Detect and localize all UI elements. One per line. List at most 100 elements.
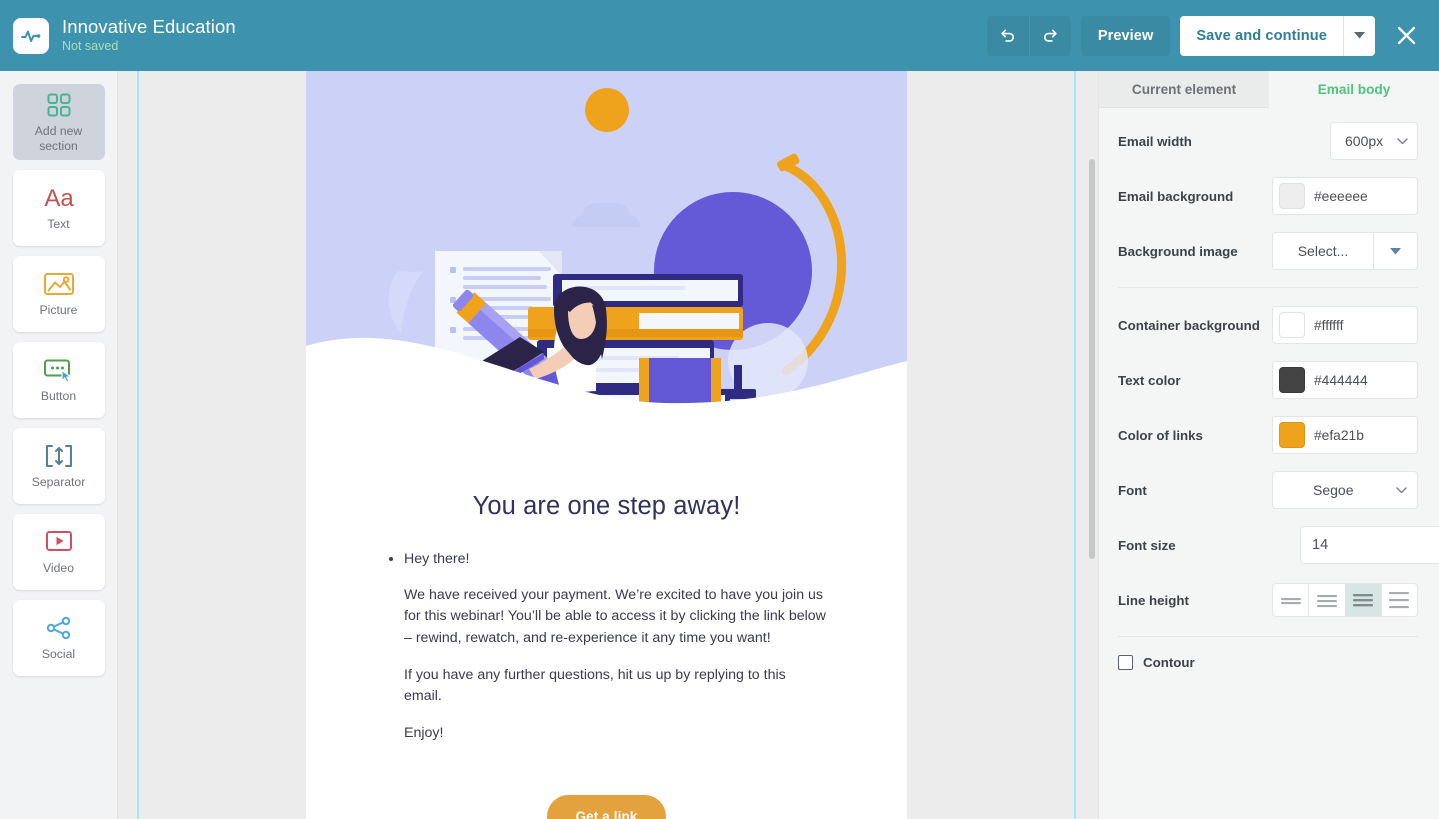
preview-button[interactable]: Preview bbox=[1080, 15, 1171, 56]
background-image-select-button[interactable]: Select... bbox=[1272, 232, 1374, 270]
four-squares-grid-icon bbox=[46, 91, 72, 119]
redo-button[interactable] bbox=[1028, 15, 1071, 56]
email-background-label: Email background bbox=[1118, 188, 1234, 204]
canvas-guide-left bbox=[137, 71, 139, 819]
close-editor-button[interactable] bbox=[1387, 17, 1425, 55]
row-container-background: Container background #ffffff bbox=[1118, 306, 1418, 344]
color-of-links-value: #efa21b bbox=[1314, 427, 1364, 443]
tool-video[interactable]: Video bbox=[12, 514, 105, 590]
tool-label: Add new section bbox=[34, 124, 83, 153]
background-image-chevron-down-icon[interactable] bbox=[1374, 232, 1418, 270]
video-play-icon bbox=[43, 528, 75, 556]
container-background-color-input[interactable]: #ffffff bbox=[1272, 306, 1418, 344]
email-width-select[interactable]: 600px bbox=[1330, 122, 1418, 160]
canvas-guide-right bbox=[1074, 71, 1076, 819]
line-height-option-loose[interactable] bbox=[1381, 583, 1418, 617]
row-background-image: Background image Select... bbox=[1118, 232, 1418, 270]
lines-tight-icon bbox=[1280, 598, 1301, 605]
container-background-value: #ffffff bbox=[1314, 317, 1344, 333]
tool-picture[interactable]: Picture bbox=[12, 256, 105, 332]
tool-separator[interactable]: Separator bbox=[12, 428, 105, 504]
list-item: Hey there! bbox=[404, 549, 827, 570]
row-contour: Contour bbox=[1118, 655, 1418, 670]
font-value: Segoe bbox=[1313, 482, 1354, 498]
container-background-label: Container background bbox=[1118, 317, 1260, 333]
get-a-link-button[interactable]: Get a link bbox=[546, 794, 667, 819]
hero-image-section[interactable] bbox=[306, 71, 907, 430]
tool-label: Picture bbox=[39, 303, 78, 318]
tool-label: Social bbox=[41, 647, 76, 662]
chevron-down-icon bbox=[1397, 137, 1408, 144]
line-height-button-group bbox=[1272, 583, 1418, 617]
text-color-value: #444444 bbox=[1314, 372, 1368, 388]
color-swatch[interactable] bbox=[1279, 183, 1305, 209]
save-status: Not saved bbox=[62, 39, 119, 54]
properties-divider bbox=[1118, 636, 1418, 637]
chevron-down-icon bbox=[1396, 486, 1407, 493]
font-size-label: Font size bbox=[1118, 537, 1176, 553]
color-swatch[interactable] bbox=[1279, 312, 1305, 338]
row-font-size: Font size px bbox=[1118, 526, 1439, 564]
text-color-label: Text color bbox=[1118, 372, 1181, 388]
canvas-scrollbar[interactable] bbox=[1086, 71, 1098, 819]
tool-label: Separator bbox=[31, 475, 86, 490]
properties-tabs: Current element Email body bbox=[1099, 71, 1439, 108]
background-image-control: Select... bbox=[1272, 232, 1418, 270]
lines-loose-icon bbox=[1389, 592, 1410, 609]
email-container[interactable]: You are one step away! Hey there! We hav… bbox=[306, 71, 907, 819]
tab-current-element[interactable]: Current element bbox=[1099, 71, 1269, 108]
svg-text:Aa: Aa bbox=[44, 185, 74, 212]
email-background-color-input[interactable]: #eeeeee bbox=[1272, 177, 1418, 215]
email-heading: You are one step away! bbox=[472, 492, 741, 520]
canvas-scrollbar-thumb[interactable] bbox=[1089, 159, 1095, 559]
email-editor-app: Innovative Education Not saved Preview S… bbox=[0, 0, 1439, 819]
email-text-block[interactable]: You are one step away! Hey there! We hav… bbox=[306, 492, 907, 819]
font-size-input[interactable] bbox=[1300, 526, 1439, 564]
tab-email-body[interactable]: Email body bbox=[1269, 71, 1439, 108]
line-height-option-snug[interactable] bbox=[1309, 583, 1346, 617]
row-color-of-links: Color of links #efa21b bbox=[1118, 416, 1418, 454]
element-toolbar: Add new section Aa Text Picture Button S… bbox=[0, 71, 118, 819]
properties-divider bbox=[1118, 287, 1418, 288]
contour-checkbox[interactable] bbox=[1118, 655, 1133, 670]
save-and-continue-button[interactable]: Save and continue bbox=[1180, 15, 1343, 56]
row-email-width: Email width 600px bbox=[1118, 122, 1418, 160]
lines-normal-icon bbox=[1353, 594, 1374, 607]
tool-social[interactable]: Social bbox=[12, 600, 105, 676]
email-paragraph: Enjoy! bbox=[404, 725, 444, 742]
tool-label: Video bbox=[43, 561, 74, 576]
page-title: Innovative Education bbox=[62, 15, 236, 37]
lines-snug-icon bbox=[1316, 595, 1337, 608]
properties-list: Email width 600px Email background #eeee… bbox=[1099, 108, 1439, 670]
tool-label: Text bbox=[47, 217, 70, 232]
color-swatch[interactable] bbox=[1279, 367, 1305, 393]
undo-button[interactable] bbox=[986, 15, 1029, 56]
tool-label: Button bbox=[40, 389, 77, 404]
row-font: Font Segoe bbox=[1118, 471, 1418, 509]
line-height-option-tight[interactable] bbox=[1272, 583, 1310, 617]
tool-text[interactable]: Aa Text bbox=[12, 170, 105, 246]
color-swatch[interactable] bbox=[1279, 422, 1305, 448]
tool-button[interactable]: Button bbox=[12, 342, 105, 418]
tool-add-new-section[interactable]: Add new section bbox=[12, 84, 105, 160]
separator-vertical-arrows-icon bbox=[44, 442, 74, 470]
row-email-background: Email background #eeeeee bbox=[1118, 177, 1418, 215]
line-height-option-normal[interactable] bbox=[1345, 583, 1382, 617]
font-label: Font bbox=[1118, 482, 1147, 498]
line-height-label: Line height bbox=[1118, 592, 1189, 608]
email-paragraph: If you have any further questions, hit u… bbox=[404, 666, 786, 705]
brand: Innovative Education Not saved bbox=[13, 16, 236, 55]
save-options-chevron-down-icon[interactable] bbox=[1343, 15, 1375, 56]
text-color-input[interactable]: #444444 bbox=[1272, 361, 1418, 399]
color-of-links-input[interactable]: #efa21b bbox=[1272, 416, 1418, 454]
email-canvas[interactable]: You are one step away! Hey there! We hav… bbox=[118, 71, 1098, 819]
header-actions: Preview Save and continue bbox=[986, 15, 1425, 56]
button-cursor-icon bbox=[43, 356, 75, 384]
email-width-label: Email width bbox=[1118, 133, 1192, 149]
background-image-label: Background image bbox=[1118, 243, 1238, 259]
font-select[interactable]: Segoe bbox=[1272, 471, 1418, 509]
social-share-icon bbox=[44, 614, 74, 642]
history-button-group bbox=[986, 15, 1071, 56]
font-size-control: px bbox=[1300, 526, 1439, 564]
email-paragraph: We have received your payment. We’re exc… bbox=[404, 586, 826, 647]
